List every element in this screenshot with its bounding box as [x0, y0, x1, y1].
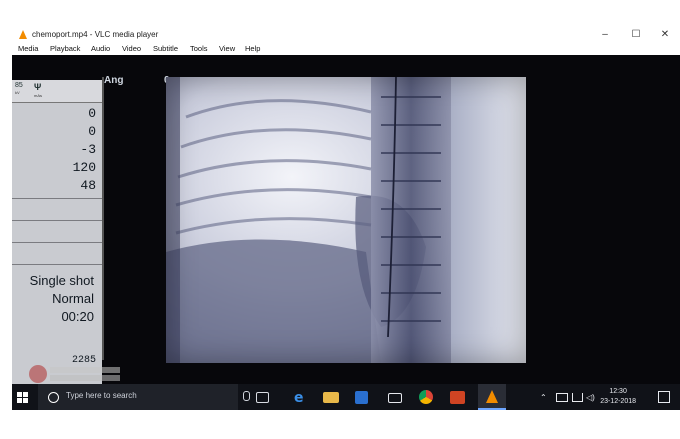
mail-icon[interactable] — [388, 393, 402, 403]
battery-icon[interactable] — [556, 393, 568, 402]
action-center-icon[interactable] — [658, 391, 670, 403]
maximize-button[interactable]: ☐ — [621, 27, 651, 43]
windows-taskbar: Type here to search e ⌃ ◁) 12:30 23-12-2… — [12, 384, 680, 410]
tube-icon: Ψ — [34, 82, 42, 92]
divider — [12, 220, 102, 221]
kv-unit: kV — [15, 90, 20, 95]
console-value-1: 0 — [88, 106, 96, 121]
angle-label: Ang — [104, 75, 124, 86]
cortana-circle-icon — [48, 392, 59, 403]
menu-audio[interactable]: Audio — [91, 43, 110, 55]
acquisition-mode: Single shot — [29, 273, 94, 288]
vlc-taskbar-button[interactable] — [478, 384, 506, 410]
search-box[interactable]: Type here to search — [38, 384, 250, 410]
watermark-logo — [24, 363, 124, 384]
image-vignette — [166, 77, 526, 363]
menu-media[interactable]: Media — [18, 43, 38, 55]
panel-header: 85 kV Ψ mAs — [12, 80, 102, 103]
kv-value: 85 — [15, 82, 23, 89]
window-title: chemoport.mp4 - VLC media player — [32, 30, 159, 39]
video-canvas[interactable]: 85 kV Ψ mAs 0 0 -3 120 48 Single shot No… — [12, 55, 680, 384]
acquisition-type: Normal — [52, 291, 94, 306]
menu-bar: Media Playback Audio Video Subtitle Tool… — [12, 43, 680, 55]
start-button[interactable] — [12, 384, 34, 410]
menu-video[interactable]: Video — [122, 43, 141, 55]
edge-browser-icon[interactable]: e — [292, 389, 308, 406]
microphone-icon[interactable] — [243, 391, 250, 401]
divider — [12, 264, 102, 265]
title-bar: chemoport.mp4 - VLC media player – ☐ ✕ — [12, 27, 680, 43]
network-icon[interactable] — [572, 393, 583, 402]
task-view-icon[interactable] — [256, 392, 269, 403]
menu-subtitle[interactable]: Subtitle — [153, 43, 178, 55]
vlc-cone-icon — [486, 390, 498, 403]
console-value-2: 0 — [88, 124, 96, 139]
store-icon[interactable] — [355, 391, 368, 404]
menu-tools[interactable]: Tools — [190, 43, 208, 55]
close-button[interactable]: ✕ — [650, 27, 680, 43]
divider — [12, 198, 102, 199]
svg-text:e: e — [294, 390, 304, 405]
file-explorer-icon[interactable] — [323, 392, 339, 403]
letterbox-bottom — [0, 410, 680, 439]
windows-logo-icon — [17, 392, 28, 403]
chrome-icon[interactable] — [419, 390, 433, 404]
volume-icon[interactable]: ◁) — [586, 393, 595, 402]
fluoro-time: 00:20 — [61, 309, 94, 324]
chevron-up-icon[interactable]: ⌃ — [540, 393, 547, 402]
fluoro-console-panel: 85 kV Ψ mAs 0 0 -3 120 48 Single shot No… — [12, 80, 120, 384]
console-value-3: -3 — [80, 142, 96, 157]
clock-time: 12:30 — [609, 388, 627, 395]
mas-unit: mAs — [34, 93, 42, 98]
minimize-button[interactable]: – — [590, 27, 620, 43]
search-placeholder: Type here to search — [66, 391, 137, 400]
console-value-4: 120 — [72, 160, 96, 175]
divider — [12, 242, 102, 243]
console-value-5: 48 — [80, 178, 96, 193]
clock-date: 23-12-2018 — [600, 398, 636, 405]
powerpoint-icon[interactable] — [450, 391, 465, 404]
menu-view[interactable]: View — [219, 43, 235, 55]
panel-edge — [102, 77, 104, 360]
menu-playback[interactable]: Playback — [50, 43, 80, 55]
menu-help[interactable]: Help — [245, 43, 260, 55]
clock[interactable]: 12:30 23-12-2018 — [600, 387, 636, 407]
vlc-cone-icon — [19, 30, 27, 39]
